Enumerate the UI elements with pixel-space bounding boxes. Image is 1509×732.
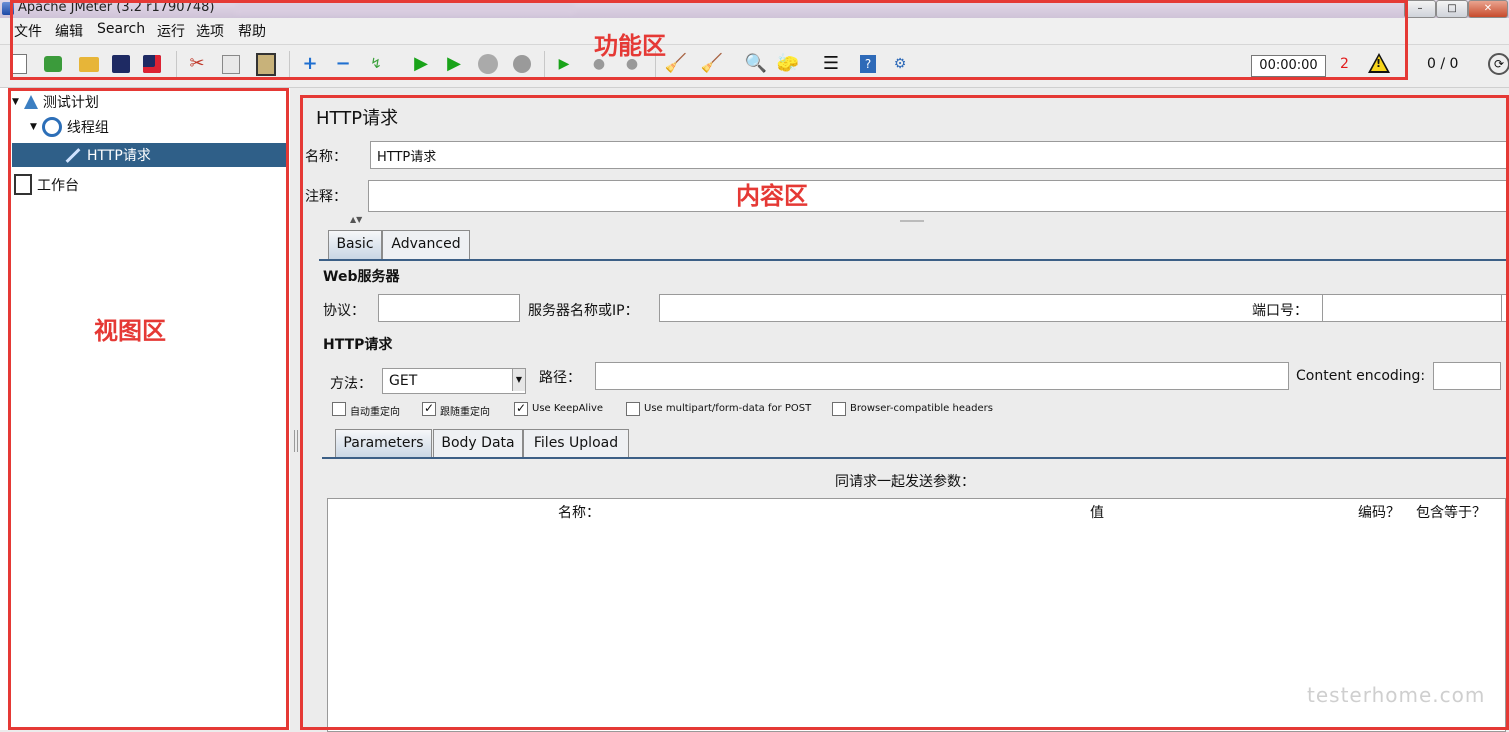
annotation-view-area-label: 视图区 [94,317,166,345]
watermark: testerhome.com [1307,683,1486,707]
annotation-content-area-label: 内容区 [736,182,808,210]
maximize-button[interactable]: □ [1436,0,1468,18]
pane-splitter[interactable] [290,88,300,730]
annotation-function-area-box [10,0,1408,80]
global-status-icon[interactable]: ⟳ [1488,53,1509,75]
annotation-view-area-box [8,88,289,730]
minimize-button[interactable]: – [1404,0,1436,18]
close-button[interactable]: ✕ [1468,0,1508,18]
annotation-content-area-box [300,95,1509,730]
active-threads: 0 / 0 [1427,56,1459,72]
annotation-function-area-label: 功能区 [594,32,666,60]
